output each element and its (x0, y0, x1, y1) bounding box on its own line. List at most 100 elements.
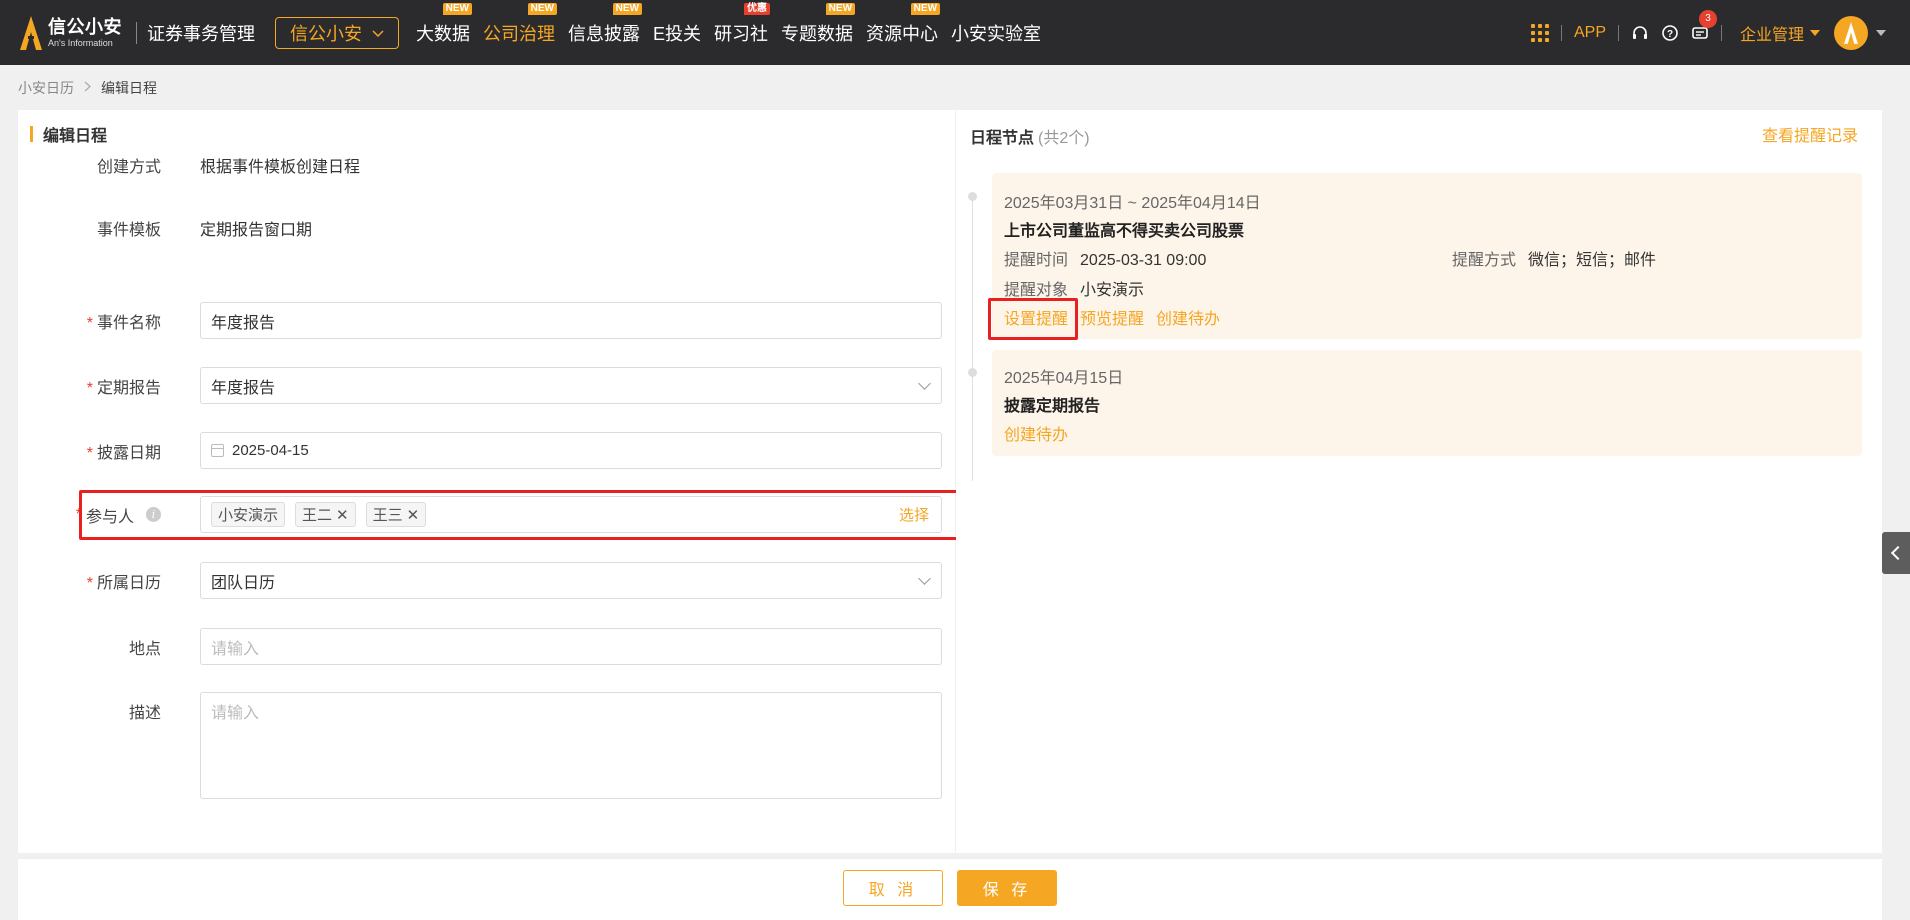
timeline-line (972, 196, 973, 481)
row-calendar: * 所属日历 团队日历 (18, 562, 955, 599)
calendar-select[interactable]: 团队日历 (200, 562, 942, 599)
create-method-label: 创建方式 (96, 158, 161, 176)
nav-item[interactable]: 公司治理 NEW (483, 2, 557, 46)
event-name-input[interactable]: 年度报告 (200, 302, 942, 339)
remind-time-label: 提醒时间 (1004, 252, 1069, 269)
divider (1720, 24, 1722, 41)
chevron-down-icon (918, 572, 931, 585)
schedule-nodes-count: (共2个) (1038, 130, 1090, 147)
periodic-report-label-text: 定期报告 (96, 379, 161, 397)
periodic-report-select[interactable]: 年度报告 (200, 367, 942, 404)
headset-icon (1632, 25, 1647, 39)
participants-label: * 参与人 i (18, 503, 161, 527)
cancel-button[interactable]: 取 消 (843, 870, 943, 906)
close-icon[interactable]: ✕ (336, 506, 349, 524)
main-nav: 大数据 NEW 公司治理 NEW 信息披露 NEW E投关 研习社 优惠 专题数据 NEW 资源中心 N… (416, 0, 1054, 65)
participants-field[interactable]: 小安演示 王二 ✕ 王三 ✕ 选择 (200, 496, 942, 533)
schedule-nodes-title: 日程节点 (共2个) (970, 124, 1090, 148)
nav-item-label: 公司治理 (483, 23, 555, 44)
calendar-label-text: 所属日历 (96, 574, 161, 592)
caret-down-icon (1810, 29, 1820, 36)
create-todo-link[interactable]: 创建待办 (1156, 305, 1220, 329)
save-button[interactable]: 保 存 (957, 870, 1057, 906)
participant-tag: 王二 ✕ (295, 502, 356, 527)
node-title: 上市公司董监高不得买卖公司股票 (1004, 223, 1245, 240)
apps-button[interactable] (1530, 23, 1549, 42)
divider (1560, 24, 1562, 41)
avatar[interactable] (1834, 15, 1868, 50)
chevron-left-icon (1890, 545, 1906, 561)
participant-name: 王二 (302, 507, 333, 524)
nav-item[interactable]: 资源中心 NEW (866, 2, 941, 46)
org-select[interactable]: 信公小安 (275, 16, 399, 49)
nav-item[interactable]: 研习社 优惠 (714, 2, 771, 46)
row-create-method: 创建方式 根据事件模板创建日程 (18, 146, 955, 183)
view-reminder-history-link[interactable]: 查看提醒记录 (1762, 122, 1858, 146)
apps-grid-icon (1530, 23, 1549, 42)
required-mark: * (86, 574, 93, 592)
required-mark: * (86, 444, 93, 462)
calendar-select-value: 团队日历 (211, 574, 276, 592)
create-todo-link[interactable]: 创建待办 (1004, 421, 1068, 445)
periodic-report-select-value: 年度报告 (211, 379, 276, 397)
periodic-report-label: * 定期报告 (18, 374, 161, 398)
disclose-date-picker[interactable]: 2025-04-15 (200, 432, 942, 469)
form-title: 编辑日程 (30, 122, 107, 146)
required-mark: * (86, 314, 93, 332)
product-name: 证券事务管理 (147, 23, 255, 44)
remind-time: 提醒时间 2025-03-31 09:00 (1004, 246, 1206, 270)
nav-item[interactable]: 信息披露 NEW (568, 2, 642, 46)
location-input[interactable]: 请输入 (200, 628, 942, 665)
nav-badge: NEW (910, 2, 941, 15)
nav-item[interactable]: 大数据 NEW (416, 2, 472, 46)
row-location: 地点 请输入 (18, 628, 955, 665)
customer-service-button[interactable] (1631, 24, 1649, 42)
calendar-icon (211, 444, 224, 457)
nav-badge: NEW (825, 2, 856, 15)
nav-item[interactable]: 专题数据 NEW (781, 2, 856, 46)
nav-item-label: 研习社 (714, 23, 769, 44)
row-event-name: * 事件名称 年度报告 (18, 302, 955, 339)
org-select-label: 信公小安 (290, 23, 362, 44)
event-name-label: * 事件名称 (18, 309, 161, 333)
nav-item-label: 信息披露 (568, 23, 640, 44)
avatar-caret-icon[interactable] (1876, 29, 1886, 36)
svg-text:?: ? (1667, 29, 1673, 40)
enterprise-menu[interactable]: 企业管理 (1740, 21, 1820, 45)
logo-subtitle: An's Information (48, 37, 113, 48)
participant-name: 小安演示 (218, 507, 279, 524)
form-title-text: 编辑日程 (43, 128, 108, 145)
location-placeholder: 请输入 (211, 640, 260, 658)
event-name-input-value: 年度报告 (211, 314, 276, 332)
location-label: 地点 (128, 640, 161, 658)
breadcrumb-current: 编辑日程 (101, 80, 157, 96)
nav-item[interactable]: 小安实验室 (951, 20, 1041, 46)
collapse-handle[interactable] (1882, 532, 1910, 574)
form-footer: 取 消 保 存 (18, 858, 1882, 920)
preview-reminder-link[interactable]: 预览提醒 (1080, 305, 1144, 329)
info-icon[interactable]: i (146, 507, 161, 522)
top-navbar: 信公小安 An's Information 证券事务管理 信公小安 大数据 NEW… (0, 0, 1910, 65)
help-icon: ? (1662, 24, 1678, 41)
node-date: 2025年03月31日 ~ 2025年04月14日 (1004, 195, 1261, 212)
enterprise-menu-label: 企业管理 (1739, 26, 1804, 44)
choose-participants-link[interactable]: 选择 (899, 504, 929, 525)
nav-item[interactable]: E投关 (653, 20, 701, 46)
notification-badge: 3 (1698, 9, 1717, 28)
message-button[interactable]: 3 (1691, 9, 1717, 42)
app-download-link[interactable]: APP (1574, 24, 1606, 42)
close-icon[interactable]: ✕ (407, 506, 420, 524)
node-title: 披露定期报告 (1004, 398, 1101, 415)
remind-time-value: 2025-03-31 09:00 (1080, 252, 1207, 269)
help-button[interactable]: ? (1661, 24, 1679, 42)
breadcrumb-parent[interactable]: 小安日历 (18, 78, 74, 98)
description-textarea[interactable]: 请输入 (200, 692, 942, 799)
remind-way-label: 提醒方式 (1452, 252, 1517, 269)
schedule-nodes-panel: 日程节点 (共2个) 查看提醒记录 2025年03月31日 ~ 2025年04月1… (956, 110, 1882, 853)
set-reminder-link[interactable]: 设置提醒 (1004, 305, 1068, 329)
logo[interactable]: 信公小安 An's Information (20, 15, 122, 50)
logo-mark-icon (1844, 21, 1858, 44)
description-label: 描述 (128, 704, 161, 722)
chevron-right-icon (84, 81, 91, 95)
divider (136, 21, 137, 44)
